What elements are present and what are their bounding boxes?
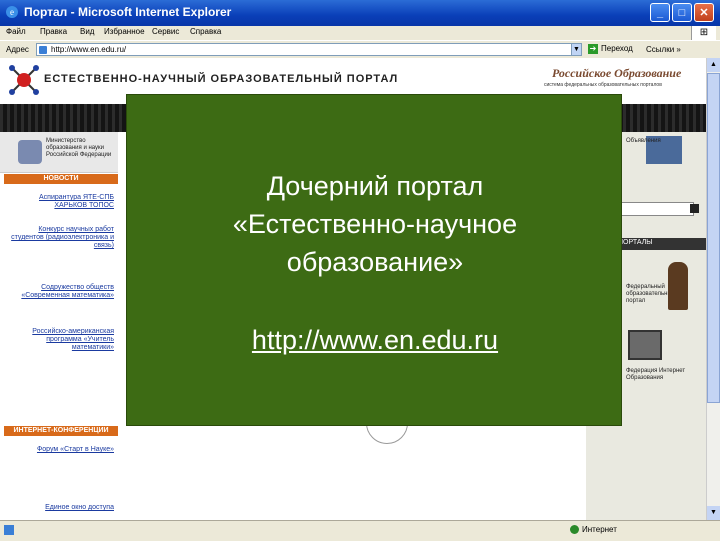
page-icon (39, 46, 47, 54)
news-link[interactable]: Российско-американская программа «Учител… (6, 328, 114, 352)
portal-title: ЕСТЕСТВЕННО-НАУЧНЫЙ ОБРАЗОВАТЕЛЬНЫЙ ПОРТ… (44, 73, 399, 85)
address-input[interactable]: http://www.en.edu.ru/ (36, 43, 582, 56)
news-header: НОВОСТИ (4, 174, 118, 184)
russian-education-subtitle: система федеральных образовательных порт… (544, 82, 662, 88)
molecule-logo-icon (9, 65, 39, 95)
menu-file[interactable]: Файл (6, 27, 26, 36)
emblem-icon (18, 140, 42, 164)
search-go-button[interactable] (690, 204, 699, 213)
overlay-title: Дочерний портал «Естественно-научное обр… (232, 171, 518, 277)
svg-text:e: e (10, 7, 14, 17)
address-bar: Адрес http://www.en.edu.ru/ ▼ ➔ Переход С… (0, 40, 720, 60)
search-select[interactable] (616, 202, 694, 216)
portals-bar: ПОРТАЛЫ (616, 238, 706, 250)
ministry-banner[interactable]: Министерство образования и науки Российс… (0, 132, 118, 173)
scroll-thumb[interactable] (707, 73, 720, 403)
maximize-button[interactable]: □ (672, 3, 692, 22)
conferences-header: ИНТЕРНЕТ-КОНФЕРЕНЦИИ (4, 426, 118, 436)
vertical-scrollbar[interactable]: ▲ ▼ (706, 58, 720, 520)
left-column: Министерство образования и науки Российс… (0, 132, 118, 520)
close-button[interactable]: ✕ (694, 3, 714, 22)
links-button[interactable]: Ссылки » (646, 45, 681, 54)
security-zone: Интернет (570, 525, 617, 535)
zone-label: Интернет (582, 525, 617, 534)
address-label: Адрес (6, 45, 29, 54)
ministry-label: Министерство образования и науки Российс… (46, 138, 112, 158)
status-bar: Интернет (0, 520, 720, 541)
slide-overlay: Дочерний портал «Естественно-научное обр… (126, 94, 622, 426)
window-title: Портал - Microsoft Internet Explorer (24, 5, 232, 19)
address-dropdown[interactable]: ▼ (571, 43, 582, 56)
scroll-down-button[interactable]: ▼ (707, 506, 720, 520)
portals-bar-label: ПОРТАЛЫ (618, 239, 653, 246)
book-icon[interactable] (628, 330, 662, 360)
russian-education-logo[interactable]: Российское Образование (552, 66, 681, 81)
address-url: http://www.en.edu.ru/ (51, 45, 127, 54)
page-status-icon (4, 525, 14, 535)
statue-image (668, 262, 688, 310)
overlay-url-link[interactable]: http://www.en.edu.ru (127, 325, 623, 356)
menu-view[interactable]: Вид (80, 27, 94, 36)
news-link[interactable]: Содружество обществ «Современная математ… (6, 284, 114, 300)
globe-icon (570, 525, 579, 535)
news-link[interactable]: Аспирантура ЯТЕ-СПБ ХАРЬКОВ ТОПОС (6, 194, 114, 210)
menu-bar: Файл Правка Вид Избранное Сервис Справка… (0, 26, 720, 40)
title-bar: e Портал - Microsoft Internet Explorer _… (0, 0, 720, 26)
windows-flag-icon: ⊞ (691, 26, 716, 40)
conference-link[interactable]: Единое окно доступа (6, 504, 114, 512)
minimize-button[interactable]: _ (650, 3, 670, 22)
menu-tools[interactable]: Сервис (152, 27, 179, 36)
news-link[interactable]: Конкурс научных работ студентов (радиоэл… (6, 226, 114, 250)
conference-link[interactable]: Форум «Старт в Науке» (6, 446, 114, 454)
menu-edit[interactable]: Правка (40, 27, 67, 36)
ie-icon: e (6, 6, 18, 18)
menu-favorites[interactable]: Избранное (104, 27, 145, 36)
go-arrow-icon: ➔ (588, 44, 598, 54)
menu-help[interactable]: Справка (190, 27, 221, 36)
scroll-up-button[interactable]: ▲ (707, 58, 720, 72)
go-label: Переход (601, 44, 633, 53)
ads-label: Объявления (626, 138, 661, 144)
internet-education-link[interactable]: Федерация Интернет Образования (626, 368, 696, 382)
go-button[interactable]: ➔ Переход (588, 44, 633, 54)
